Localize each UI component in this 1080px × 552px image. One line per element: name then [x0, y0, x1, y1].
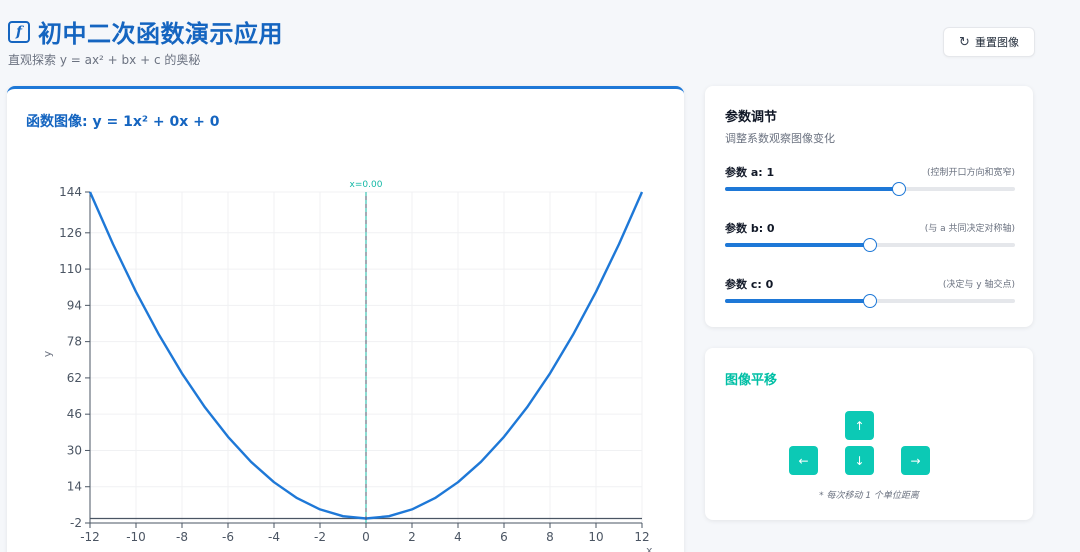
x-tick-label: -8: [176, 530, 188, 544]
parameter-panel-title: 参数调节: [725, 110, 778, 125]
x-tick-label: 8: [546, 530, 554, 544]
shift-down-button[interactable]: ↓: [845, 446, 874, 475]
translate-panel-title: 图像平移: [725, 373, 778, 388]
y-tick-label: 126: [59, 226, 82, 240]
y-tick-label: -2: [70, 516, 82, 530]
translate-panel: 图像平移 ↑ ← ↓ → * 每次移动 1 个单位距离: [705, 348, 1033, 520]
function-logo-icon: f: [8, 20, 30, 43]
y-tick-label: 30: [67, 443, 82, 457]
param-a-slider[interactable]: [725, 182, 1015, 196]
param-b-slider[interactable]: [725, 238, 1015, 252]
x-tick-label: 4: [454, 530, 462, 544]
app-subtitle: 直观探索 y = ax² + bx + c 的奥秘: [8, 53, 201, 67]
shift-left-button[interactable]: ←: [789, 446, 818, 475]
x-axis-label: x: [646, 544, 653, 552]
x-tick-label: -10: [126, 530, 146, 544]
y-tick-label: 144: [59, 185, 82, 199]
x-tick-label: 2: [408, 530, 416, 544]
param-c-slider-fill: [725, 299, 870, 303]
y-axis-label: y: [41, 350, 54, 357]
param-b-label: 参数 b: 0: [725, 222, 775, 235]
shift-right-button[interactable]: →: [901, 446, 930, 475]
title-row: f 初中二次函数演示应用: [8, 14, 283, 49]
param-c: 参数 c: 0 (决定与 y 轴交点): [725, 276, 1015, 316]
param-b-hint: (与 a 共同决定对称轴): [924, 224, 1015, 234]
param-c-slider[interactable]: [725, 294, 1015, 308]
x-tick-label: -4: [268, 530, 280, 544]
y-tick-label: 14: [67, 480, 82, 494]
x-tick-label: 10: [588, 530, 603, 544]
x-tick-label: -6: [222, 530, 234, 544]
chart-title: 函数图像: y = 1x² + 0x + 0: [26, 114, 220, 130]
y-tick-label: 78: [67, 335, 82, 349]
symmetry-axis-label: x=0.00: [350, 180, 383, 190]
translate-note: * 每次移动 1 个单位距离: [819, 491, 919, 501]
x-tick-label: 6: [500, 530, 508, 544]
x-tick-label: -2: [314, 530, 326, 544]
arrow-right-icon: →: [910, 453, 921, 468]
param-c-slider-thumb[interactable]: [863, 294, 877, 308]
param-b: 参数 b: 0 (与 a 共同决定对称轴): [725, 220, 1015, 260]
y-tick-label: 46: [67, 407, 82, 421]
param-a-slider-fill: [725, 187, 899, 191]
param-a-slider-thumb[interactable]: [892, 182, 906, 196]
chart-tick-labels: -12 -10 -8 -6 -4 -2 0 2 4 6 8 10 12-2143046627894110…: [59, 185, 650, 544]
reset-button[interactable]: ↻ 重置图像: [943, 27, 1035, 57]
refresh-icon: ↻: [959, 34, 970, 50]
param-a: 参数 a: 1 (控制开口方向和宽窄): [725, 164, 1015, 204]
reset-button-label: 重置图像: [974, 36, 1019, 49]
y-tick-label: 94: [67, 298, 82, 312]
y-tick-label: 110: [59, 262, 82, 276]
x-tick-label: 0: [362, 530, 370, 544]
param-c-hint: (决定与 y 轴交点): [942, 280, 1015, 290]
header: f 初中二次函数演示应用 直观探索 y = ax² + bx + c 的奥秘: [8, 14, 283, 68]
y-tick-label: 62: [67, 371, 82, 385]
x-tick-label: 12: [634, 530, 649, 544]
arrow-left-icon: ←: [798, 453, 809, 468]
param-a-hint: (控制开口方向和宽窄): [926, 168, 1015, 178]
chart-card: -12 -10 -8 -6 -4 -2 0 2 4 6 8 10 12 -2 14 30 46 62 78 94 110…: [7, 86, 684, 552]
app-title: 初中二次函数演示应用: [38, 20, 283, 48]
shift-up-button[interactable]: ↑: [845, 411, 874, 440]
arrow-up-icon: ↑: [854, 418, 865, 433]
param-c-label: 参数 c: 0: [725, 278, 774, 291]
x-tick-label: -12: [80, 530, 100, 544]
param-b-slider-fill: [725, 243, 870, 247]
param-b-slider-thumb[interactable]: [863, 238, 877, 252]
param-a-label: 参数 a: 1: [725, 166, 775, 179]
parameter-panel: 参数调节 调整系数观察图像变化 参数 a: 1 (控制开口方向和宽窄) 参数 b…: [705, 86, 1033, 327]
parameter-panel-desc: 调整系数观察图像变化: [725, 132, 835, 145]
function-chart[interactable]: -12 -10 -8 -6 -4 -2 0 2 4 6 8 10 12-2143046627894110…: [7, 89, 684, 552]
arrow-down-icon: ↓: [854, 453, 865, 468]
